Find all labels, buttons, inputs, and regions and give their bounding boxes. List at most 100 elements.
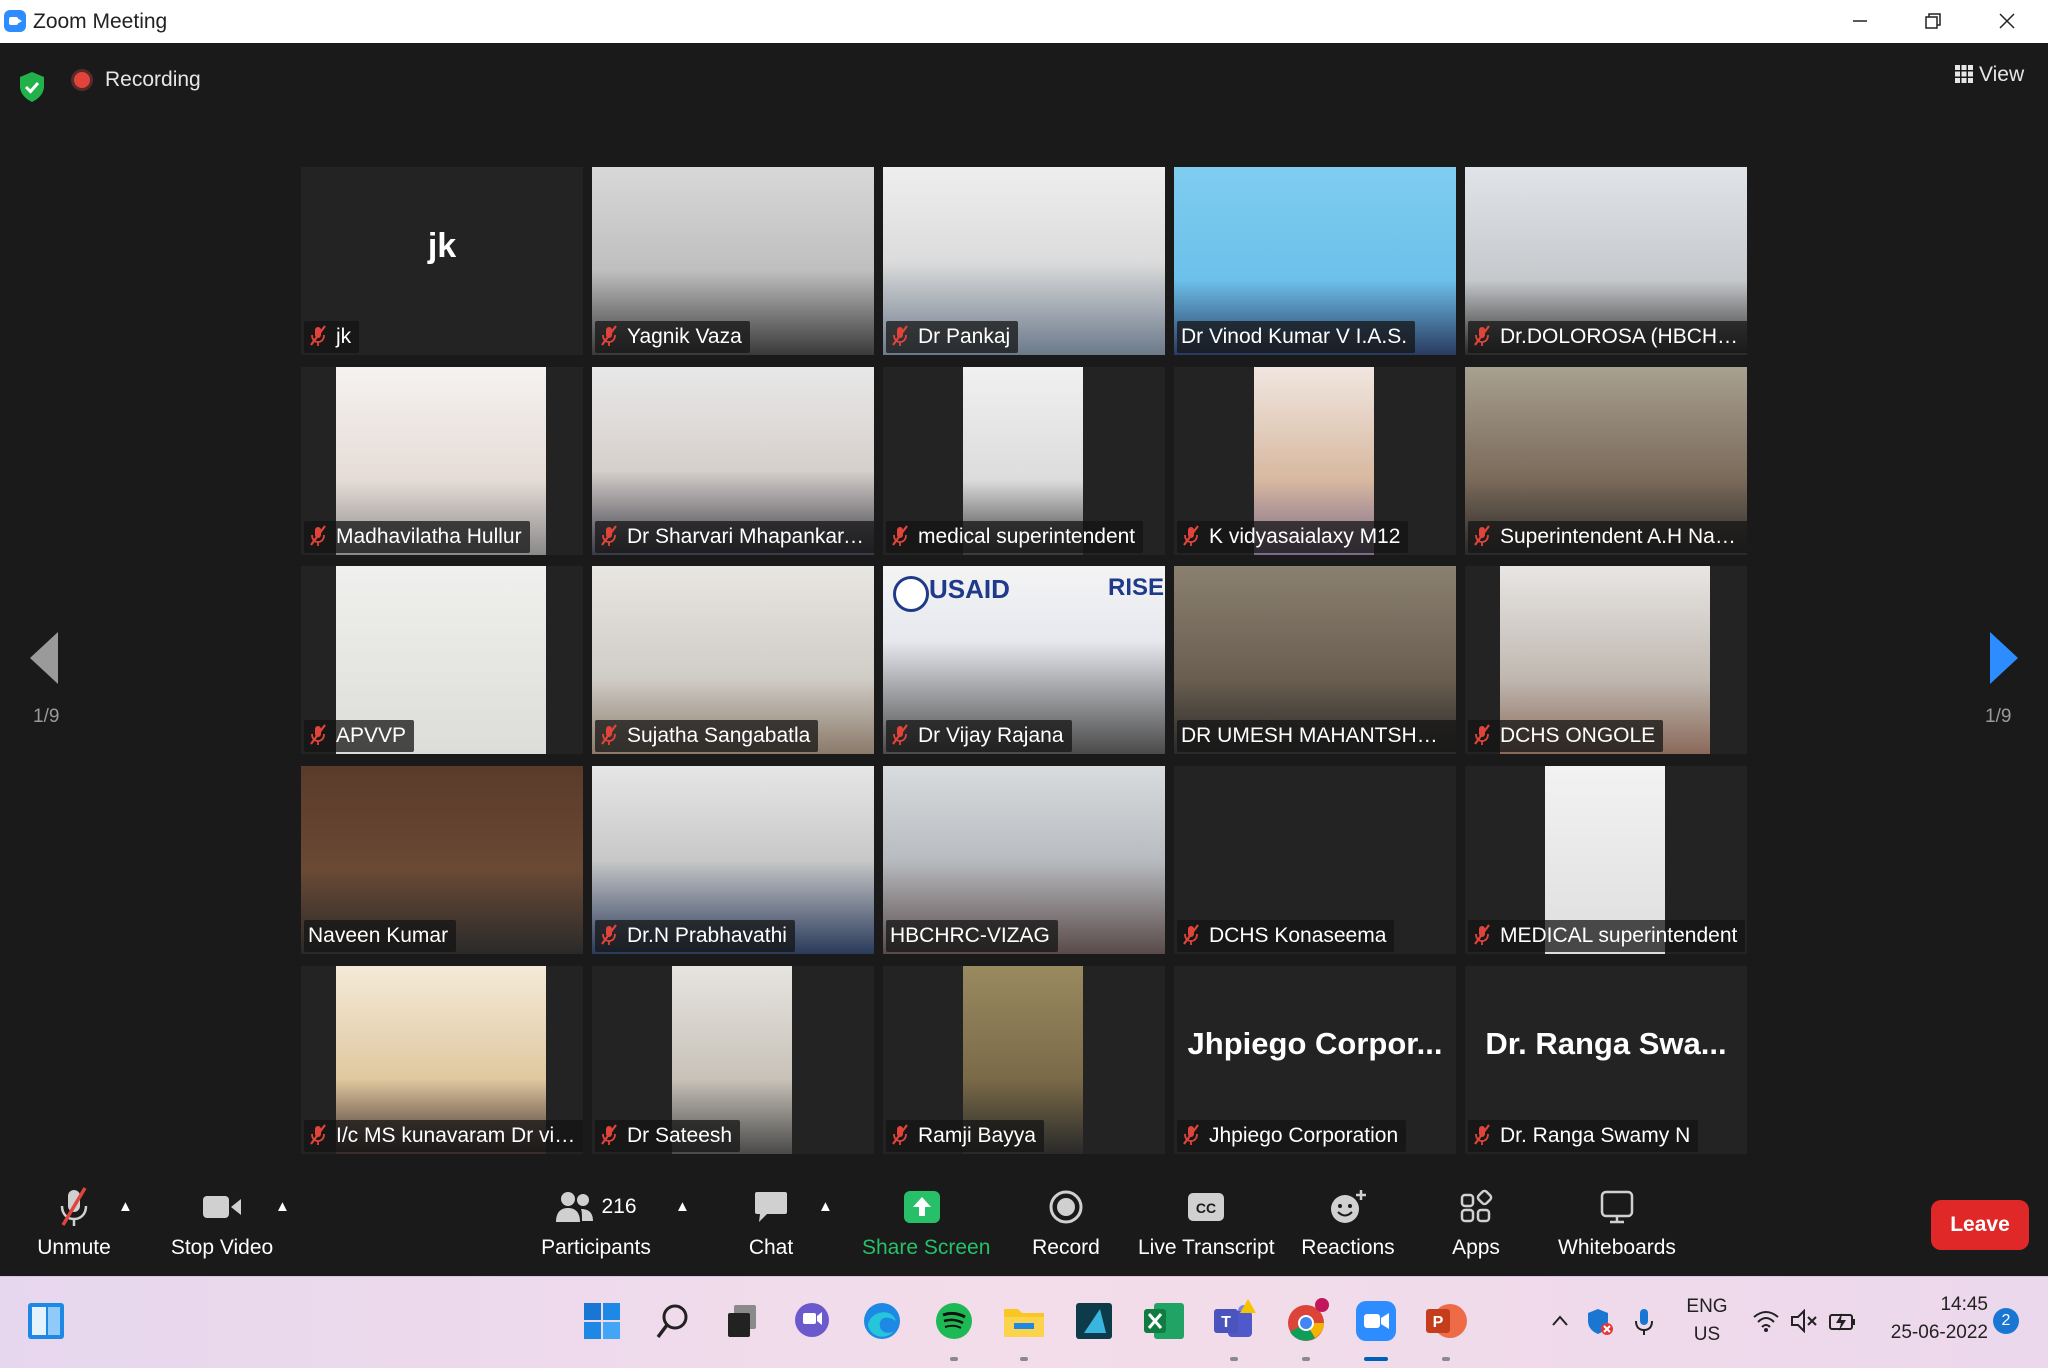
participant-name-tag: Dr.DOLOROSA (HBCHRC-... <box>1468 321 1747 353</box>
powerpoint-button[interactable]: P <box>1422 1297 1470 1361</box>
security-shield-icon[interactable] <box>1586 1307 1614 1337</box>
live-transcript-button[interactable]: CC Live Transcript <box>1138 1186 1275 1260</box>
battery-icon[interactable] <box>1828 1309 1858 1333</box>
participant-tile[interactable]: K vidyasaialaxy M12 <box>1174 367 1456 555</box>
participant-tile[interactable]: Dr. Ranga Swa... Dr. Ranga Swamy N <box>1465 966 1747 1154</box>
usaid-seal-icon <box>893 576 929 612</box>
participant-tile[interactable]: Jhpiego Corpor... Jhpiego Corporation <box>1174 966 1456 1154</box>
participant-name: DR UMESH MAHANTSHETTY <box>1181 724 1456 747</box>
participant-tile[interactable]: APVVP <box>301 566 583 754</box>
participant-tile[interactable]: Dr Pankaj <box>883 167 1165 355</box>
zoom-taskbar-button[interactable] <box>1352 1297 1400 1361</box>
next-page-arrow-icon[interactable] <box>1988 630 2020 686</box>
chat-app-button[interactable] <box>788 1297 836 1345</box>
shield-check-icon[interactable] <box>18 71 46 103</box>
app-a-icon <box>1076 1303 1112 1339</box>
participant-tile[interactable]: DR UMESH MAHANTSHETTY <box>1174 566 1456 754</box>
muted-mic-icon <box>308 521 332 553</box>
participant-avatar-text: Dr. Ranga Swa... <box>1485 1026 1727 1061</box>
participant-tile[interactable]: USAID RISE Dr Vijay Rajana <box>883 566 1165 754</box>
muted-mic-icon <box>308 321 332 353</box>
notification-badge[interactable]: 2 <box>1993 1308 2019 1334</box>
participant-tile[interactable]: Dr.DOLOROSA (HBCHRC-... <box>1465 167 1747 355</box>
widgets-button[interactable] <box>22 1297 70 1345</box>
keyboard-language-indicator[interactable]: ENG US <box>1680 1293 1734 1349</box>
spotify-button[interactable] <box>930 1297 978 1361</box>
participant-tile[interactable]: jk jk <box>301 167 583 355</box>
app-a-button[interactable] <box>1070 1297 1118 1345</box>
participant-tile[interactable]: MEDICAL superintendent <box>1465 766 1747 954</box>
unmute-label: Unmute <box>37 1236 111 1259</box>
apps-button[interactable]: Apps <box>1446 1186 1506 1260</box>
participant-tile[interactable]: Dr Sharvari Mhapankar, ... <box>592 367 874 555</box>
participant-tile[interactable]: Yagnik Vaza <box>592 167 874 355</box>
search-button[interactable] <box>648 1297 696 1345</box>
participant-tile[interactable]: Dr.N Prabhavathi <box>592 766 874 954</box>
participant-name-tag: Sujatha Sangabatla <box>595 720 819 752</box>
participant-tile[interactable]: Dr Vinod Kumar V I.A.S. <box>1174 167 1456 355</box>
audio-options-caret-icon[interactable]: ▲ <box>118 1198 133 1215</box>
participants-options-caret-icon[interactable]: ▲ <box>675 1198 690 1215</box>
volume-muted-icon[interactable] <box>1790 1309 1818 1333</box>
stop-video-button[interactable]: Stop Video <box>168 1186 276 1260</box>
participant-name: Yagnik Vaza <box>627 325 742 348</box>
chat-options-caret-icon[interactable]: ▲ <box>818 1198 833 1215</box>
participant-tile[interactable]: Naveen Kumar <box>301 766 583 954</box>
close-button[interactable] <box>1972 0 2042 43</box>
prev-page-arrow-icon[interactable] <box>28 630 60 686</box>
muted-mic-icon <box>60 1187 88 1226</box>
record-button[interactable]: Record <box>1028 1186 1104 1260</box>
participants-button[interactable]: 216 Participants <box>540 1186 652 1260</box>
chrome-button[interactable] <box>1282 1297 1330 1361</box>
participant-name-tag: Dr.N Prabhavathi <box>595 920 795 952</box>
show-hidden-icons-chevron-icon[interactable] <box>1550 1311 1570 1331</box>
clock[interactable]: 14:45 25-06-2022 <box>1870 1291 1988 1347</box>
participant-tile[interactable]: Ramji Bayya <box>883 966 1165 1154</box>
participant-tile[interactable]: DCHS Konaseema <box>1174 766 1456 954</box>
reactions-button[interactable]: Reactions <box>1300 1186 1396 1260</box>
file-explorer-button[interactable] <box>1000 1297 1048 1361</box>
zoom-icon <box>1356 1301 1396 1341</box>
participant-tile[interactable]: DCHS ONGOLE <box>1465 566 1747 754</box>
view-button[interactable]: View <box>1955 63 2024 87</box>
teams-button[interactable]: T <box>1210 1297 1258 1361</box>
muted-mic-icon <box>1472 1120 1496 1152</box>
search-icon <box>656 1304 688 1339</box>
microphone-icon[interactable] <box>1634 1307 1654 1337</box>
participant-name: Superintendent A.H Nara... <box>1500 525 1747 548</box>
participant-name: Ramji Bayya <box>918 1124 1036 1147</box>
recording-label[interactable]: Recording <box>105 68 201 92</box>
participant-name-tag: Superintendent A.H Nara... <box>1468 521 1747 553</box>
title-bar: Zoom Meeting <box>0 0 2048 44</box>
participant-tile[interactable]: Superintendent A.H Nara... <box>1465 367 1747 555</box>
participant-tile[interactable]: Sujatha Sangabatla <box>592 566 874 754</box>
chat-button[interactable]: Chat <box>736 1186 806 1260</box>
muted-mic-icon <box>1181 1120 1205 1152</box>
participant-tile[interactable]: Dr Sateesh <box>592 966 874 1154</box>
participant-name: Sujatha Sangabatla <box>627 724 811 747</box>
minimize-button[interactable] <box>1825 0 1895 43</box>
task-view-button[interactable] <box>718 1297 766 1345</box>
participant-tile[interactable]: medical superintendent <box>883 367 1165 555</box>
whiteboards-button[interactable]: Whiteboards <box>1552 1186 1682 1260</box>
participant-name: Jhpiego Corporation <box>1209 1124 1399 1147</box>
share-screen-button[interactable]: Share Screen <box>862 1186 990 1260</box>
restore-button[interactable] <box>1898 0 1968 43</box>
participant-tile[interactable]: HBCHRC-VIZAG <box>883 766 1165 954</box>
participant-count: 216 <box>601 1195 637 1218</box>
participant-name: Dr.N Prabhavathi <box>627 924 787 947</box>
excel-button[interactable] <box>1140 1297 1188 1345</box>
start-button[interactable] <box>578 1297 626 1345</box>
video-options-caret-icon[interactable]: ▲ <box>275 1198 290 1215</box>
participant-name: Dr. Ranga Swamy N <box>1500 1124 1691 1147</box>
clock-date: 25-06-2022 <box>1890 1322 1988 1343</box>
unmute-button[interactable]: Unmute <box>30 1186 118 1260</box>
participant-name: Madhavilatha Hullur <box>336 525 522 548</box>
leave-button[interactable]: Leave <box>1931 1200 2029 1250</box>
participant-tile[interactable]: I/c MS kunavaram Dr vin... <box>301 966 583 1154</box>
edge-button[interactable] <box>858 1297 906 1345</box>
wifi-icon[interactable] <box>1752 1309 1780 1333</box>
rise-logo-text: RISE <box>1108 574 1165 601</box>
participant-name: MEDICAL superintendent <box>1500 924 1738 947</box>
participant-tile[interactable]: Madhavilatha Hullur <box>301 367 583 555</box>
